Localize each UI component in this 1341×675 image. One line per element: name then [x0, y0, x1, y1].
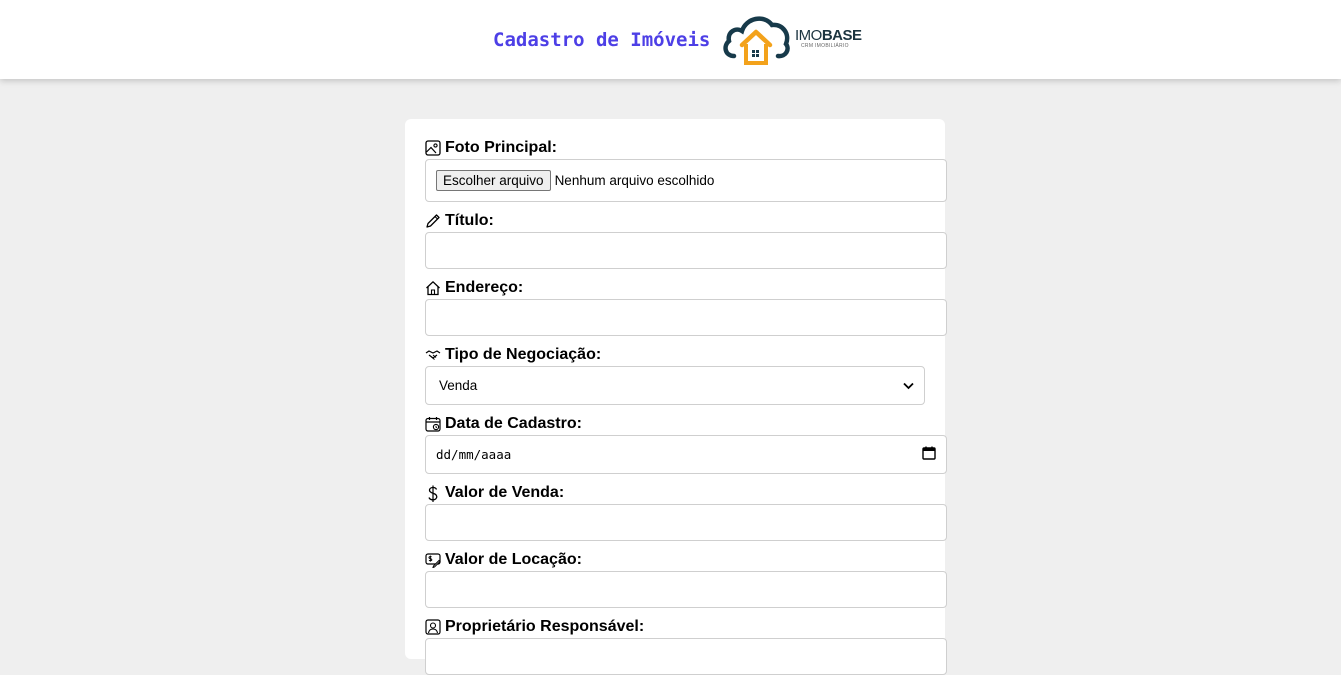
tipo-label-text: Tipo de Negociação:: [445, 346, 602, 363]
choose-file-button[interactable]: Escolher arquivo: [436, 170, 551, 191]
data-cadastro-input[interactable]: dd/mm/aaaa: [425, 435, 947, 474]
titulo-input[interactable]: [425, 232, 947, 269]
header: Cadastro de Imóveis IMOBASE CRM IMOBILIÁ…: [0, 0, 1341, 79]
cloud-house-icon: [723, 16, 790, 65]
titulo-label-text: Título:: [445, 212, 494, 229]
tipo-selected-value: Venda: [439, 378, 478, 393]
foto-label: Foto Principal:: [425, 137, 557, 159]
logo-wordmark: IMOBASE: [795, 28, 862, 44]
tipo-negociacao-select[interactable]: Venda: [425, 366, 925, 405]
endereco-input[interactable]: [425, 299, 947, 336]
proprietario-select[interactable]: [425, 638, 947, 675]
calendar-picker-icon[interactable]: [922, 446, 936, 463]
valor-locacao-input[interactable]: [425, 571, 947, 608]
person-badge-icon: [425, 619, 441, 635]
data-label: Data de Cadastro:: [425, 413, 582, 435]
logo-tagline: CRM IMOBILIÁRIO: [801, 43, 849, 49]
proprietario-label: Proprietário Responsável:: [425, 616, 644, 638]
imobase-logo: IMOBASE CRM IMOBILIÁRIO: [720, 12, 862, 66]
endereco-label: Endereço:: [425, 277, 523, 299]
logo-word-light: IMO: [795, 27, 822, 44]
pencil-icon: [425, 213, 441, 229]
foto-label-text: Foto Principal:: [445, 139, 557, 156]
handshake-icon: [425, 347, 441, 363]
proprietario-label-text: Proprietário Responsável:: [445, 618, 645, 635]
tipo-label: Tipo de Negociação:: [425, 344, 601, 366]
data-label-text: Data de Cadastro:: [445, 415, 582, 432]
endereco-label-text: Endereço:: [445, 279, 524, 296]
property-form-card: Foto Principal: Escolher arquivo Nenhum …: [405, 119, 947, 675]
dollar-icon: [425, 485, 441, 502]
calendar-icon: [425, 416, 441, 432]
titulo-label: Título:: [425, 210, 494, 232]
valor-locacao-label: Valor de Locação:: [425, 549, 582, 571]
page-title: Cadastro de Imóveis: [493, 29, 711, 51]
cash-icon: [425, 552, 441, 568]
valor-venda-label-text: Valor de Venda:: [445, 484, 565, 501]
chevron-down-icon: [903, 378, 914, 393]
date-placeholder: dd/mm/aaaa: [436, 447, 512, 462]
logo-word-bold: BASE: [821, 27, 862, 44]
foto-file-input[interactable]: Escolher arquivo Nenhum arquivo escolhid…: [425, 159, 947, 202]
image-icon: [425, 140, 441, 156]
house-icon: [425, 280, 441, 296]
valor-venda-label: Valor de Venda:: [425, 482, 564, 504]
valor-locacao-label-text: Valor de Locação:: [445, 551, 582, 568]
file-status-text: Nenhum arquivo escolhido: [554, 173, 715, 188]
valor-venda-input[interactable]: [425, 504, 947, 541]
